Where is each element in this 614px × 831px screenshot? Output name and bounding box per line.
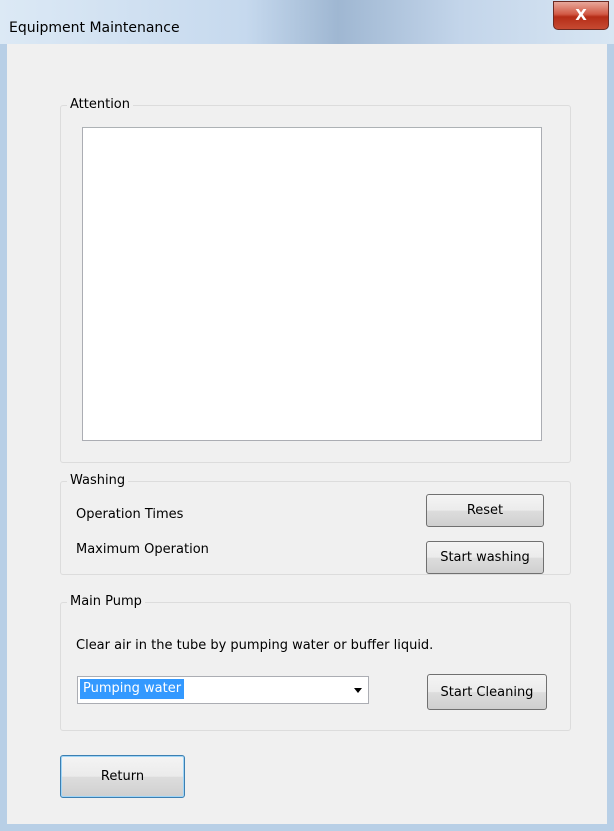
title-bar[interactable]: Equipment Maintenance X: [0, 0, 614, 44]
operation-times-label: Operation Times: [76, 507, 184, 522]
close-button[interactable]: X: [553, 1, 609, 30]
attention-textarea[interactable]: [82, 127, 542, 441]
attention-group: Attention: [60, 97, 571, 463]
main-pump-group-label: Main Pump: [67, 594, 145, 610]
chevron-down-icon[interactable]: [354, 688, 362, 693]
maximum-operation-label: Maximum Operation: [76, 542, 209, 557]
reset-button[interactable]: Reset: [426, 494, 544, 527]
start-cleaning-button[interactable]: Start Cleaning: [427, 674, 547, 710]
main-pump-group: Main Pump Clear air in the tube by pumpi…: [60, 594, 571, 731]
main-pump-instruction: Clear air in the tube by pumping water o…: [76, 638, 434, 653]
washing-group-label: Washing: [67, 473, 129, 489]
washing-group: Washing Operation Times Maximum Operatio…: [60, 473, 571, 575]
close-icon: X: [575, 6, 587, 24]
window-title: Equipment Maintenance: [9, 20, 180, 36]
start-washing-button[interactable]: Start washing: [426, 541, 544, 574]
attention-group-label: Attention: [67, 97, 133, 113]
dialog-body: Attention Washing Operation Times Maximu…: [7, 44, 607, 824]
equipment-maintenance-window: Equipment Maintenance X Attention Washin…: [0, 0, 614, 831]
pump-mode-select[interactable]: Pumping water: [77, 676, 369, 704]
return-button[interactable]: Return: [60, 755, 185, 798]
pump-mode-selected-value: Pumping water: [80, 679, 185, 699]
